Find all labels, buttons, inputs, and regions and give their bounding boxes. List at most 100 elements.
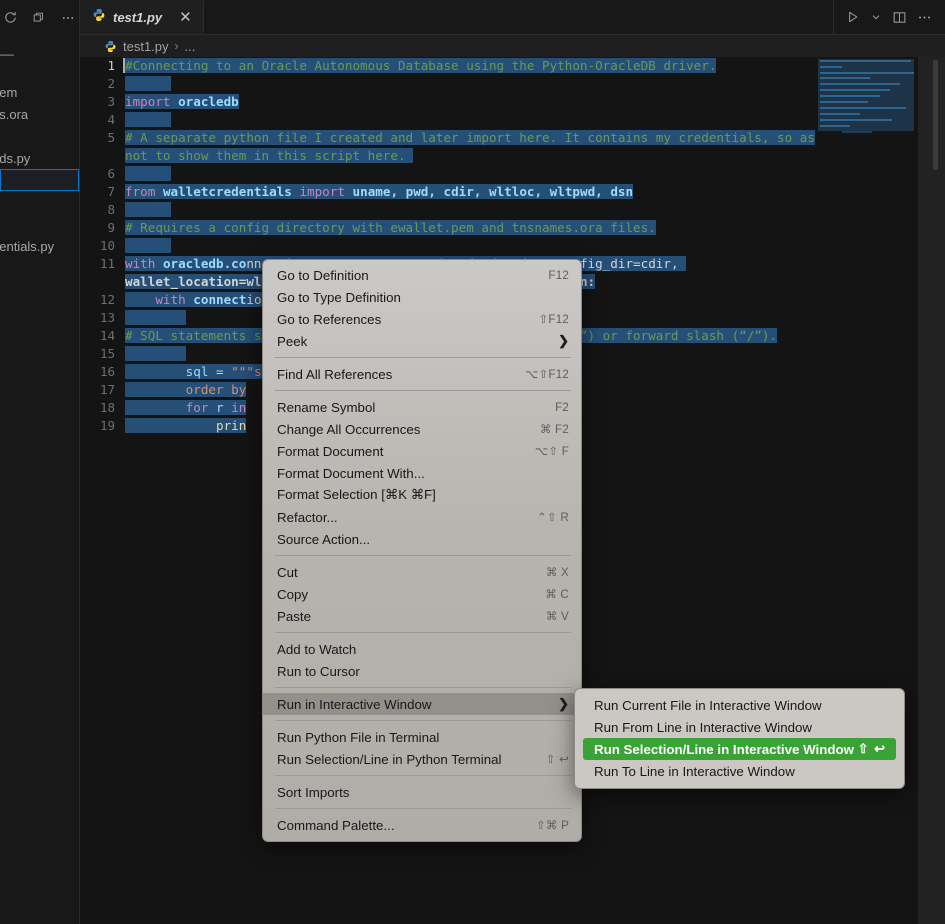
python-file-icon: [104, 40, 117, 53]
menu-item-shortcut: F2: [555, 400, 569, 414]
menu-item-label: Go to References: [277, 311, 382, 327]
submenu-item-label: Run Current File in Interactive Window: [594, 697, 822, 713]
menu-item-change-all-occurrences[interactable]: Change All Occurrences ⌘ F2: [263, 418, 581, 440]
code-line: 9 # Requires a config directory with ewa…: [80, 219, 945, 237]
menu-item-format-document-with[interactable]: Format Document With...: [263, 462, 581, 484]
code-line: 10: [80, 237, 945, 255]
menu-item-run-in-interactive-window[interactable]: Run in Interactive Window ❯: [263, 693, 581, 715]
file-tree-item-selected[interactable]: [0, 169, 79, 191]
submenu-item-label: Run From Line in Interactive Window: [594, 719, 813, 735]
line-number: 10: [99, 238, 115, 253]
menu-separator: [275, 555, 571, 556]
menu-item-shortcut: ⌥⇧F12: [524, 368, 569, 381]
menu-item-refactor[interactable]: Refactor... ⌃⇧ R: [263, 506, 581, 528]
editor-scrollbar-thumb[interactable]: [933, 60, 938, 170]
menu-item-run-python-file-in-terminal[interactable]: Run Python File in Terminal: [263, 726, 581, 748]
menu-item-paste[interactable]: Paste ⌘ V: [263, 605, 581, 627]
file-tree-item[interactable]: e__: [0, 37, 79, 59]
breadcrumb-separator-icon: ›: [174, 39, 179, 53]
menu-item-label: Run to Cursor: [277, 663, 360, 679]
close-icon[interactable]: ✕: [179, 10, 192, 25]
editor-scrollbar[interactable]: [918, 57, 945, 924]
collapse-folders-icon[interactable]: [31, 10, 47, 26]
line-number: 4: [107, 112, 115, 127]
menu-item-sort-imports[interactable]: Sort Imports: [263, 781, 581, 803]
menu-item-cut[interactable]: Cut ⌘ X: [263, 561, 581, 583]
menu-item-label: Change All Occurrences: [277, 421, 421, 437]
file-tree-item-label: es.ora: [0, 106, 29, 122]
file-tree-item[interactable]: dentials.py: [0, 235, 79, 257]
line-number: 5: [107, 130, 115, 145]
breadcrumb-overflow[interactable]: ...: [185, 39, 196, 54]
menu-item-go-to-definition[interactable]: Go to Definition F12: [263, 264, 581, 286]
menu-item-run-to-cursor[interactable]: Run to Cursor: [263, 660, 581, 682]
code-line: 6: [80, 165, 945, 183]
line-number: 3: [107, 94, 115, 109]
menu-item-label: Refactor...: [277, 509, 338, 525]
menu-item-source-action[interactable]: Source Action...: [263, 528, 581, 550]
breadcrumb: test1.py › ...: [80, 35, 945, 57]
file-tree-item[interactable]: r: [0, 59, 79, 81]
menu-item-label: Add to Watch: [277, 641, 357, 657]
menu-item-format-document[interactable]: Format Document ⌥⇧ F: [263, 440, 581, 462]
code-line: 3 import oracledb: [80, 93, 945, 111]
minimap[interactable]: [818, 57, 918, 924]
file-tree-item-label: dentials.py: [0, 238, 55, 254]
file-tree: e__ r pem es.ora eds.py y dentials.py: [0, 35, 79, 257]
editor-context-menu[interactable]: Go to Definition F12 Go to Type Definiti…: [262, 259, 582, 842]
editor-actions: [833, 0, 945, 34]
file-tree-item-label: pem: [0, 84, 18, 100]
menu-item-run-selection-line-in-python-terminal[interactable]: Run Selection/Line in Python Terminal ⇧ …: [263, 748, 581, 770]
tab-test1-py[interactable]: test1.py ✕: [80, 0, 204, 34]
line-number: [80, 147, 125, 165]
menu-item-label: Find All References: [277, 366, 393, 382]
menu-item-format-selection[interactable]: Format Selection [⌘K ⌘F]: [263, 484, 581, 506]
split-editor-icon[interactable]: [892, 10, 907, 25]
line-number: 15: [99, 346, 115, 361]
run-in-interactive-window-submenu[interactable]: Run Current File in Interactive Window R…: [574, 688, 905, 789]
submenu-item-run-current-file[interactable]: Run Current File in Interactive Window: [575, 694, 904, 716]
menu-item-peek[interactable]: Peek ❯: [263, 330, 581, 352]
menu-item-label: Paste: [277, 608, 312, 624]
file-tree-item[interactable]: y: [0, 213, 79, 235]
run-python-file-icon[interactable]: [846, 10, 860, 24]
file-tree-item[interactable]: es.ora: [0, 103, 79, 125]
menu-item-label: Source Action...: [277, 531, 371, 547]
more-actions-icon[interactable]: [60, 10, 76, 26]
menu-separator: [275, 720, 571, 721]
explorer-toolbar: [0, 0, 79, 35]
menu-separator: [275, 632, 571, 633]
line-number: 13: [99, 310, 115, 325]
menu-item-add-to-watch[interactable]: Add to Watch: [263, 638, 581, 660]
code-line: 8: [80, 201, 945, 219]
chevron-down-icon[interactable]: [870, 11, 882, 23]
code-line: 4: [80, 111, 945, 129]
submenu-item-run-from-line[interactable]: Run From Line in Interactive Window: [575, 716, 904, 738]
menu-item-go-to-type-definition[interactable]: Go to Type Definition: [263, 286, 581, 308]
submenu-item-shortcut: ⇧ ↩: [857, 741, 886, 756]
line-number: [80, 273, 125, 291]
code-line-wrapped: not to show them in this script here.: [80, 147, 945, 165]
menu-item-rename-symbol[interactable]: Rename Symbol F2: [263, 396, 581, 418]
file-tree-gap: [0, 191, 79, 213]
menu-item-label: Command Palette...: [277, 817, 395, 833]
submenu-item-run-selection-line[interactable]: Run Selection/Line in Interactive Window…: [583, 738, 896, 760]
file-tree-item-label: e__: [0, 40, 14, 56]
more-actions-icon[interactable]: [917, 10, 932, 25]
code-line: 5 # A separate python file I created and…: [80, 129, 945, 147]
menu-item-copy[interactable]: Copy ⌘ C: [263, 583, 581, 605]
menu-separator: [275, 390, 571, 391]
menu-item-label: Copy: [277, 586, 309, 602]
breadcrumb-file[interactable]: test1.py: [123, 39, 169, 54]
code-line: 1 #Connecting to an Oracle Autonomous Da…: [80, 57, 945, 75]
menu-item-find-all-references[interactable]: Find All References ⌥⇧F12: [263, 363, 581, 385]
file-tree-item[interactable]: eds.py: [0, 147, 79, 169]
menu-item-label: Run in Interactive Window: [277, 696, 432, 712]
refresh-icon[interactable]: [2, 10, 18, 26]
file-tree-item[interactable]: pem: [0, 81, 79, 103]
line-number: 9: [107, 220, 115, 235]
menu-item-command-palette[interactable]: Command Palette... ⇧⌘ P: [263, 814, 581, 836]
line-number: 19: [99, 418, 115, 433]
menu-item-go-to-references[interactable]: Go to References ⇧F12: [263, 308, 581, 330]
submenu-item-run-to-line[interactable]: Run To Line in Interactive Window: [575, 760, 904, 782]
